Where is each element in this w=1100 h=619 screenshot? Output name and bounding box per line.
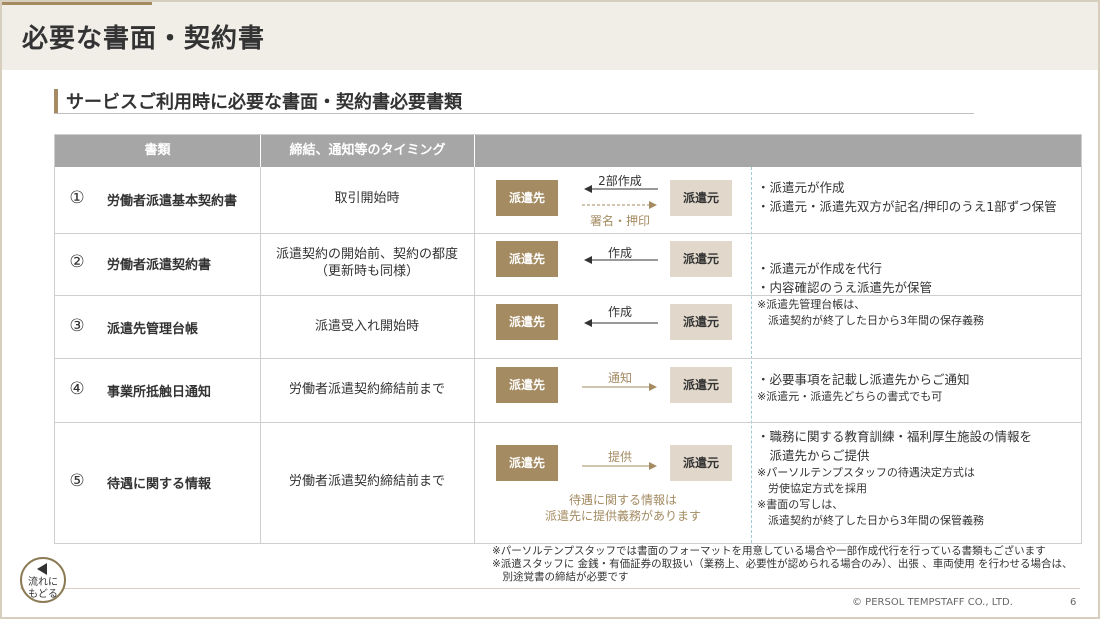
arrow-exchange xyxy=(582,185,658,209)
row-number: ③ xyxy=(69,316,85,336)
row-description: ・派遣元が作成を代行 ・内容確認のうえ派遣先が保管 ※派遣先管理台帳は、 派遣契… xyxy=(757,259,984,329)
document-name: 事業所抵触日通知 xyxy=(107,385,212,400)
header-divider xyxy=(474,135,475,167)
desc-line: ・派遣元が作成 xyxy=(757,180,845,195)
timing: 取引開始時 xyxy=(334,191,400,206)
row-description: ・派遣元が作成 ・派遣元・派遣先双方が記名/押印のうえ1部ずつ保管 xyxy=(757,178,1057,216)
desc-line: ・内容確認のうえ派遣先が保管 xyxy=(757,280,933,295)
desc-note: ※書面の写しは、 xyxy=(757,498,844,511)
document-name: 労働者派遣基本契約書 xyxy=(107,194,238,209)
footnote-line: ※派遣スタッフに 金銭・有価証券の取扱い（業務上、必要性が認められる場合のみ）、… xyxy=(492,558,1073,570)
row-divider xyxy=(55,422,1081,423)
section-bar xyxy=(54,89,58,113)
footnotes: ※パーソルテンプスタッフでは書面のフォーマットを用意している場合や一部作成代行を… xyxy=(492,545,1073,584)
box-client: 派遣先 xyxy=(496,445,558,481)
documents-table: 書類 締結、通知等のタイミング ① 労働者派遣基本契約書 取引開始時 派遣先 派… xyxy=(54,134,1082,544)
box-client: 派遣先 xyxy=(496,367,558,403)
desc-line: ・派遣元・派遣先双方が記名/押印のうえ1部ずつ保管 xyxy=(757,199,1057,214)
arrow-left xyxy=(584,256,658,264)
desc-note: 派遣契約が終了した日から3年間の保管義務 xyxy=(757,514,984,527)
row-number: ② xyxy=(69,252,85,272)
timing: 労働者派遣契約締結前まで xyxy=(288,382,445,397)
desc-note: 派遣契約が終了した日から3年間の保存義務 xyxy=(757,314,984,327)
document-name: 労働者派遣契約書 xyxy=(107,258,212,273)
box-client: 派遣先 xyxy=(496,180,558,216)
row-description: ・職務に関する教育訓練・福利厚生施設の情報を 派遣先からご提供 ※パーソルテンプ… xyxy=(757,427,1032,529)
desc-line: 派遣先からご提供 xyxy=(757,448,870,463)
desc-note: ※派遣元・派遣先どちらの書式でも可 xyxy=(757,390,943,403)
obligation-note: 待遇に関する情報は 派遣先に提供義務があります xyxy=(544,493,701,523)
arrow-right xyxy=(582,383,657,391)
header-accent xyxy=(2,2,152,5)
box-agency: 派遣元 xyxy=(670,367,732,403)
document-name: 派遣先管理台帳 xyxy=(107,322,199,337)
desc-note: ※派遣先管理台帳は、 xyxy=(757,298,866,311)
section-rule xyxy=(54,113,974,114)
arrow-label-return: 署名・押印 xyxy=(589,214,650,228)
header-document: 書類 xyxy=(144,143,171,158)
footnote-line: ※パーソルテンプスタッフでは書面のフォーマットを用意している場合や一部作成代行を… xyxy=(492,545,1046,557)
row-description: ・必要事項を記載し派遣先からご通知 ※派遣元・派遣先どちらの書式でも可 xyxy=(757,370,970,405)
arrow-right xyxy=(582,462,657,470)
page-number: 6 xyxy=(1070,597,1077,608)
box-agency: 派遣元 xyxy=(670,241,732,277)
row-number: ⑤ xyxy=(69,471,85,491)
desc-line: ・必要事項を記載し派遣先からご通知 xyxy=(757,372,970,387)
row-divider xyxy=(55,358,1081,359)
copyright: © PERSOL TEMPSTAFF CO., LTD. xyxy=(852,597,1013,608)
desc-line: ・職務に関する教育訓練・福利厚生施設の情報を xyxy=(757,429,1033,444)
header-timing: 締結、通知等のタイミング xyxy=(289,143,446,158)
box-client: 派遣先 xyxy=(496,241,558,277)
row-number: ① xyxy=(69,188,85,208)
document-name: 待遇に関する情報 xyxy=(107,477,212,492)
row-number: ④ xyxy=(69,379,85,399)
box-client: 派遣先 xyxy=(496,304,558,340)
timing: 派遣契約の開始前、契約の都度 （更新時も同様） xyxy=(275,247,458,279)
box-agency: 派遣元 xyxy=(670,304,732,340)
footer-rule xyxy=(20,588,1080,589)
desc-note: ※パーソルテンプスタッフの待遇決定方式は xyxy=(757,466,975,479)
section-title: サービスご利用時に必要な書面・契約書必要書類 xyxy=(66,92,462,113)
box-agency: 派遣元 xyxy=(670,445,732,481)
desc-note: 労使協定方式を採用 xyxy=(757,482,867,495)
box-agency: 派遣元 xyxy=(670,180,732,216)
back-button-label: 流れに もどる xyxy=(20,577,66,601)
col-divider-dashed xyxy=(751,167,752,543)
row-divider xyxy=(55,233,1081,234)
footnote-line: 別途覚書の締結が必要です xyxy=(492,571,629,583)
arrow-left xyxy=(584,319,658,327)
table-header: 書類 締結、通知等のタイミング xyxy=(55,135,1081,167)
desc-line: ・派遣元が作成を代行 xyxy=(757,261,883,276)
timing: 労働者派遣契約締結前まで xyxy=(288,474,445,489)
col-divider xyxy=(474,167,475,543)
page-title: 必要な書面・契約書 xyxy=(22,24,266,54)
back-arrow-icon xyxy=(37,563,47,575)
back-label-line: 流れに xyxy=(28,577,58,588)
back-label-line: もどる xyxy=(28,589,58,600)
timing: 派遣受入れ開始時 xyxy=(314,319,419,334)
